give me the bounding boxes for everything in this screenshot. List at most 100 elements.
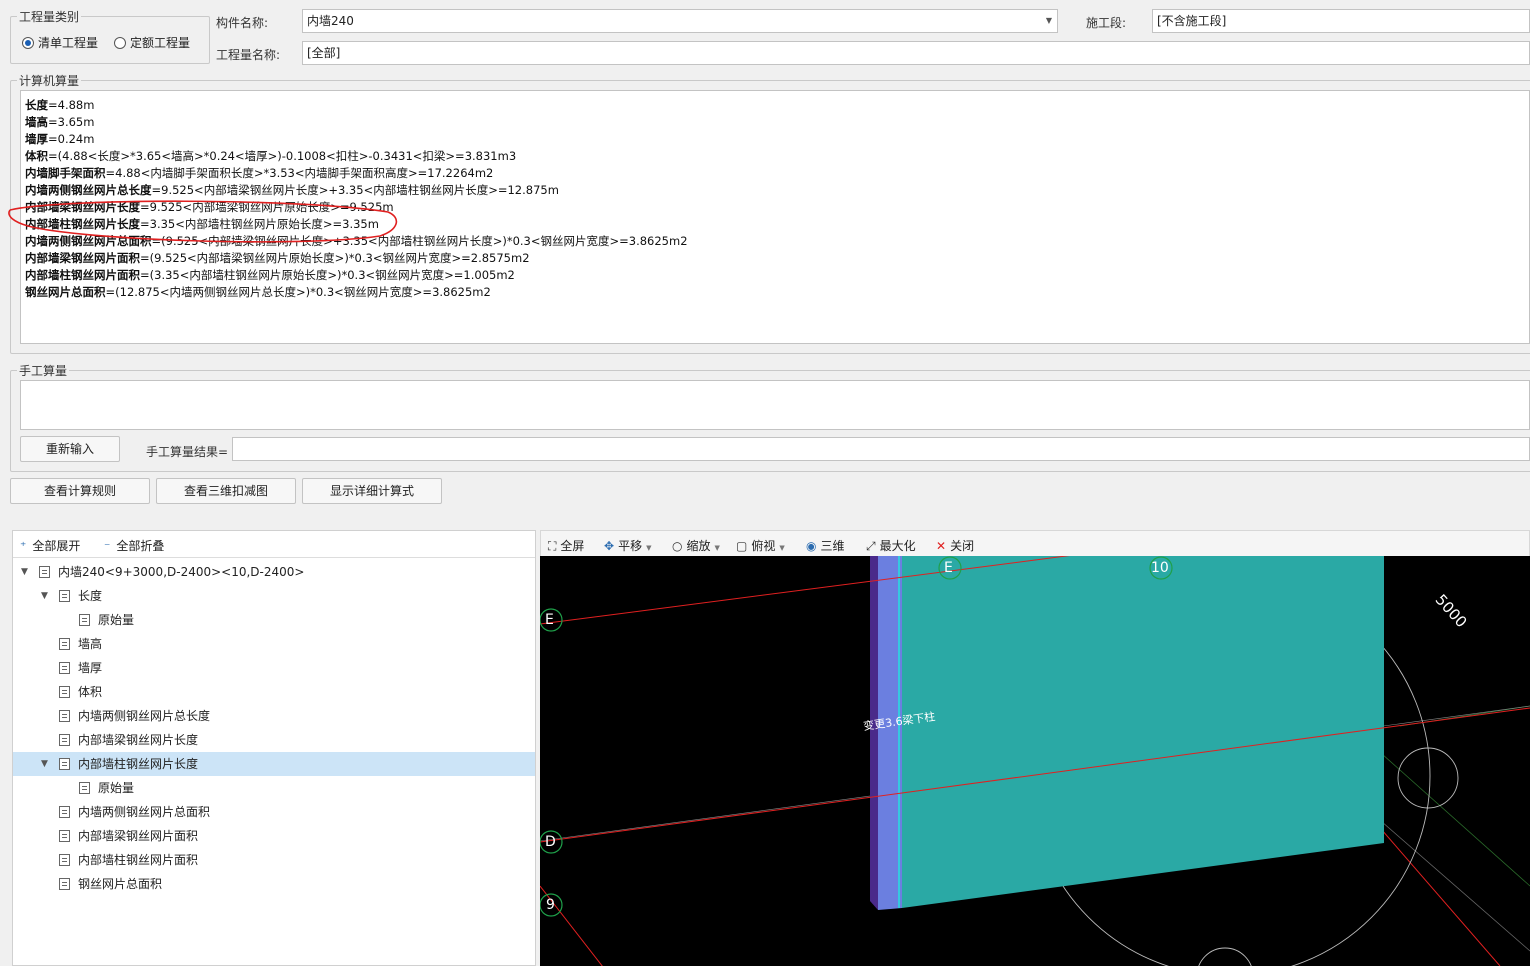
calc-line-expr: =(4.88<长度>*3.65<墙高>*0.24<墙厚>)-0.1008<扣柱>…: [48, 149, 517, 163]
axis-label-10: 10: [1151, 560, 1169, 576]
radio-qingdan[interactable]: 清单工程量: [22, 34, 98, 51]
tree-node-label: 内部墙柱钢丝网片面积: [78, 853, 199, 867]
tree-node[interactable]: 内墙两侧钢丝网片总面积: [13, 800, 535, 824]
calc-line-name: 内墙两侧钢丝网片总长度: [25, 183, 152, 197]
component-select[interactable]: 内墙240 ▼: [302, 9, 1058, 33]
calc-line-expr: =9.525<内部墙梁钢丝网片长度>+3.35<内部墙柱钢丝网片长度>=12.8…: [151, 183, 559, 197]
calc-line: 墙高=3.65m: [25, 114, 1529, 131]
tree-node[interactable]: 钢丝网片总面积: [13, 872, 535, 896]
tree-node[interactable]: ▼ 内墙240<9+3000,D-2400><10,D-2400>: [13, 560, 535, 584]
tree-node[interactable]: 原始量: [13, 776, 535, 800]
viewer-tool-label: 平移: [618, 539, 643, 553]
viewer-tool-top-view[interactable]: ▢ 俯视 ▼: [736, 537, 785, 554]
component-value: 内墙240: [307, 14, 354, 28]
collapse-all-button[interactable]: ⁻ 全部折叠: [104, 537, 164, 554]
collapse-icon: ⁻: [104, 539, 111, 553]
viewer-tool-3d[interactable]: ◉ 三维: [806, 537, 845, 554]
calc-line-name: 内墙脚手架面积: [25, 166, 106, 180]
tree-node[interactable]: 原始量: [13, 608, 535, 632]
maximize-icon: ⤢: [866, 539, 876, 553]
red-annotation-ellipse: [8, 200, 398, 243]
collapse-all-label: 全部折叠: [116, 539, 165, 553]
calc-line-name: 长度: [25, 98, 48, 112]
axis-label-9: 9: [546, 897, 555, 913]
tree-node[interactable]: 内部墙梁钢丝网片长度: [13, 728, 535, 752]
document-icon: [79, 614, 90, 626]
calc-line-expr: =3.65m: [48, 115, 95, 129]
viewer-tool-label: 缩放: [686, 539, 711, 553]
viewer-tool-label: 关闭: [950, 539, 975, 553]
document-icon: [59, 710, 70, 722]
calc-line: 内墙脚手架面积=4.88<内墙脚手架面积长度>*3.53<内墙脚手架面积高度>=…: [25, 165, 1529, 182]
tree-node[interactable]: 体积: [13, 680, 535, 704]
expand-all-button[interactable]: ⁺ 全部展开: [20, 537, 80, 554]
tree-node[interactable]: 墙厚: [13, 656, 535, 680]
close-icon: ✕: [936, 539, 947, 553]
tree-expander-icon[interactable]: ▼: [21, 560, 28, 584]
tree-expander-icon[interactable]: ▼: [41, 752, 48, 776]
calc-line: 钢丝网片总面积=(12.875<内墙两侧钢丝网片总长度>)*0.3<钢丝网片宽度…: [25, 284, 1529, 301]
viewer-tool-zoom[interactable]: ○ 缩放 ▼: [672, 537, 720, 554]
document-icon: [59, 686, 70, 698]
chevron-down-icon: ▼: [779, 544, 785, 552]
viewer-tool-close[interactable]: ✕ 关闭: [936, 537, 974, 554]
radio-qingdan-label: 清单工程量: [38, 36, 99, 50]
calc-line: 墙厚=0.24m: [25, 131, 1529, 148]
axis-label-E-top: E: [944, 560, 953, 576]
3d-viewport[interactable]: E 10 E D 9 5000 变更3.6梁下柱: [540, 556, 1530, 966]
top-view-icon: ▢: [736, 539, 748, 553]
tree-node-label: 内部墙梁钢丝网片长度: [78, 733, 199, 747]
tree-node[interactable]: 内部墙柱钢丝网片面积: [13, 848, 535, 872]
calc-line-expr: =(9.525<内部墙梁钢丝网片原始长度>)*0.3<钢丝网片宽度>=2.857…: [140, 251, 530, 265]
radio-dinge-icon: [114, 37, 126, 49]
calc-line-name: 墙高: [25, 115, 48, 129]
manual-input[interactable]: [20, 380, 1530, 430]
calc-line: 体积=(4.88<长度>*3.65<墙高>*0.24<墙厚>)-0.1008<扣…: [25, 148, 1529, 165]
calc-line-name: 钢丝网片总面积: [25, 285, 106, 299]
tree-node-label: 内部墙柱钢丝网片长度: [78, 757, 199, 771]
stage-field[interactable]: [不含施工段]: [1152, 9, 1530, 33]
calc-line-name: 内部墙梁钢丝网片面积: [25, 251, 140, 265]
viewer-tool-fullscreen[interactable]: ⛶ 全屏: [548, 537, 584, 554]
tree-node[interactable]: ▼ 长度: [13, 584, 535, 608]
calc-line: 内部墙柱钢丝网片面积=(3.35<内部墙柱钢丝网片原始长度>)*0.3<钢丝网片…: [25, 267, 1529, 284]
document-icon: [39, 566, 50, 578]
calc-line-expr: =0.24m: [48, 132, 95, 146]
component-label: 构件名称:: [216, 16, 269, 30]
view-rules-button[interactable]: 查看计算规则: [10, 478, 150, 504]
tree-node-label: 钢丝网片总面积: [78, 877, 163, 891]
wall-face: [902, 556, 1384, 908]
3d-icon: ◉: [806, 539, 817, 553]
expand-icon: ⁺: [20, 539, 27, 553]
document-icon: [59, 878, 70, 890]
viewer-tool-pan[interactable]: ✥ 平移 ▼: [604, 537, 651, 554]
expand-all-label: 全部展开: [32, 539, 81, 553]
qty-name-field[interactable]: [全部]: [302, 41, 1530, 65]
chevron-down-icon: ▼: [714, 544, 720, 552]
tree-node[interactable]: 内部墙梁钢丝网片面积: [13, 824, 535, 848]
chevron-down-icon: ▼: [646, 544, 652, 552]
view-3d-button[interactable]: 查看三维扣减图: [156, 478, 296, 504]
manual-result-field[interactable]: [232, 437, 1530, 461]
fullscreen-icon: ⛶: [548, 539, 557, 553]
tree-node-label: 内墙240<9+3000,D-2400><10,D-2400>: [58, 565, 305, 579]
document-icon: [59, 830, 70, 842]
tree-node-label: 原始量: [98, 781, 135, 795]
tree-node[interactable]: 墙高: [13, 632, 535, 656]
calc-line-name: 墙厚: [25, 132, 48, 146]
tree-node-label: 内墙两侧钢丝网片总长度: [78, 709, 211, 723]
document-icon: [79, 782, 90, 794]
radio-dinge[interactable]: 定额工程量: [114, 34, 190, 51]
tree-node[interactable]: ▼ 内部墙柱钢丝网片长度: [13, 752, 535, 776]
manual-legend: 手工算量: [19, 364, 68, 378]
document-icon: [59, 758, 70, 770]
show-detail-button[interactable]: 显示详细计算式: [302, 478, 442, 504]
calc-line-name: 体积: [25, 149, 48, 163]
category-legend: 工程量类别: [19, 10, 80, 24]
tree-node[interactable]: 内墙两侧钢丝网片总长度: [13, 704, 535, 728]
viewer-tool-label: 最大化: [879, 539, 916, 553]
viewer-tool-label: 俯视: [751, 539, 776, 553]
viewer-tool-maximize[interactable]: ⤢ 最大化: [866, 537, 916, 554]
tree-expander-icon[interactable]: ▼: [41, 584, 48, 608]
reinput-button[interactable]: 重新输入: [20, 436, 120, 462]
